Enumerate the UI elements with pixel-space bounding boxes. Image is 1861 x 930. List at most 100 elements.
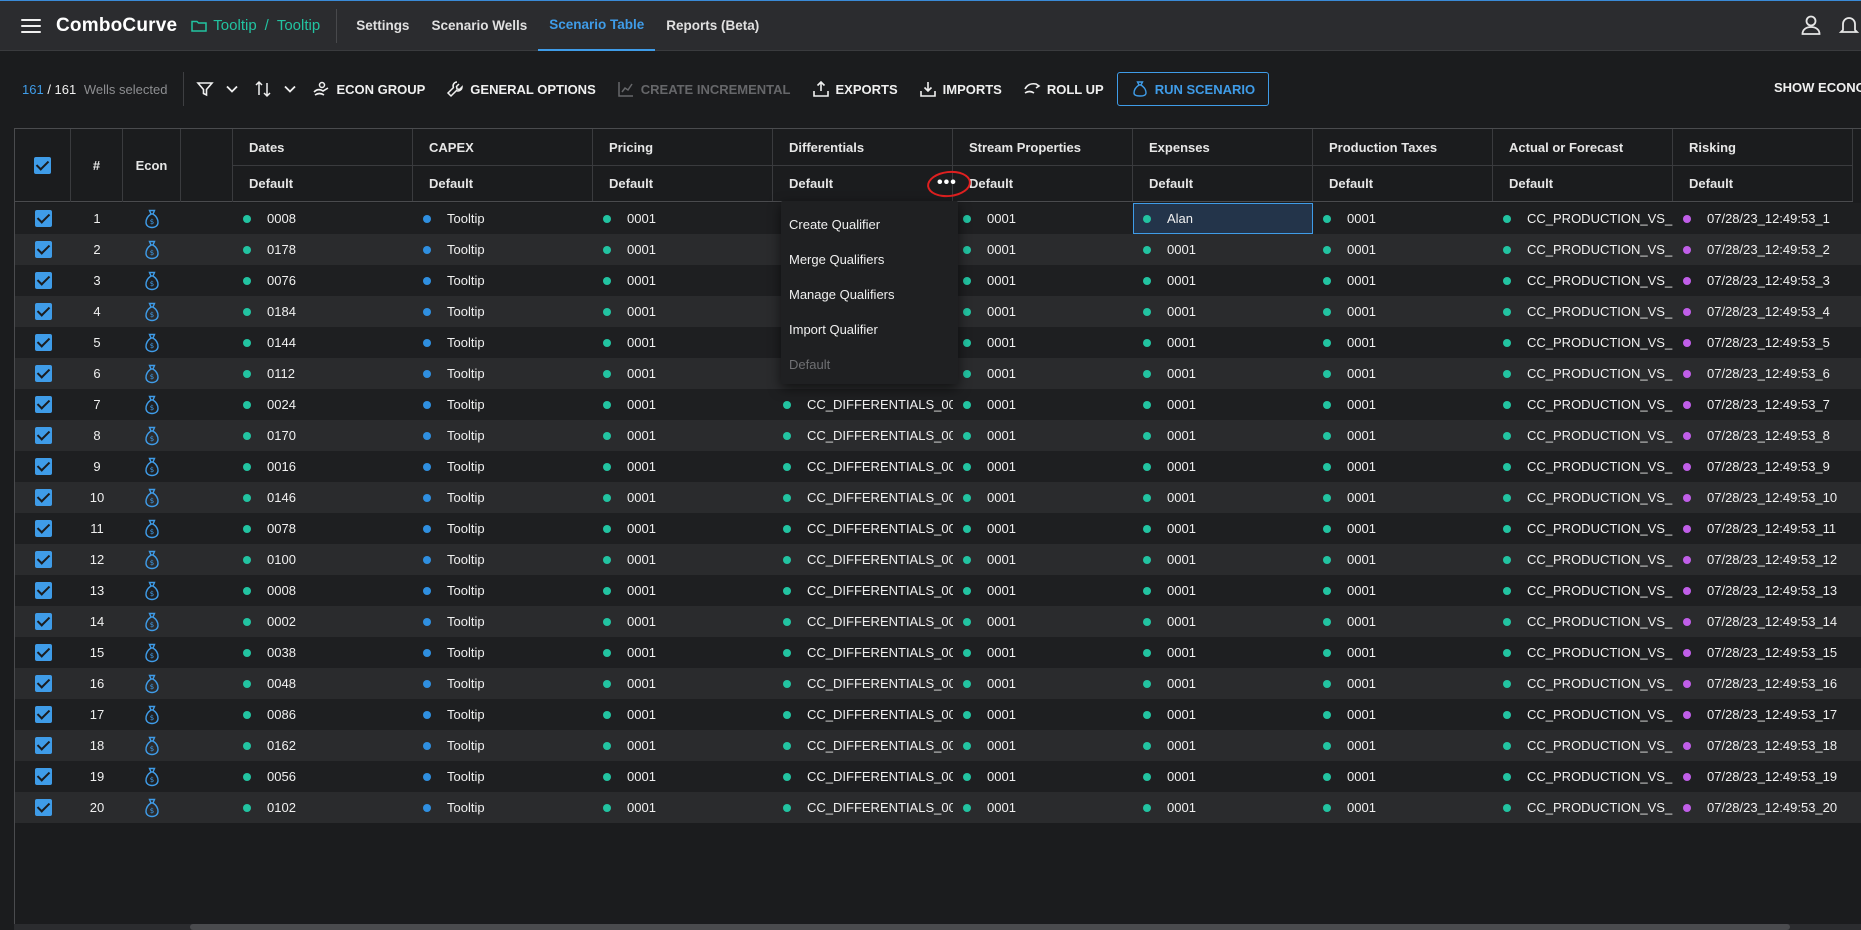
tab-scenario-wells[interactable]: Scenario Wells bbox=[420, 1, 538, 51]
select-all-checkbox[interactable] bbox=[34, 157, 51, 174]
qualifier-production-taxes[interactable]: Default bbox=[1313, 166, 1493, 201]
cell-differentials[interactable]: CC_DIFFERENTIALS_0001 bbox=[773, 397, 953, 412]
cell-actual-or-forecast[interactable]: CC_PRODUCTION_VS_FIT bbox=[1493, 304, 1673, 319]
cell-dates[interactable]: 0102 bbox=[233, 800, 413, 815]
cell-dates[interactable]: 0184 bbox=[233, 304, 413, 319]
header-risking[interactable]: Risking bbox=[1673, 129, 1853, 166]
cell-pricing[interactable]: 0001 bbox=[593, 459, 773, 474]
cell-differentials[interactable]: CC_DIFFERENTIALS_0001 bbox=[773, 459, 953, 474]
cell-production-taxes[interactable]: 0001 bbox=[1313, 800, 1493, 815]
cell-capex[interactable]: Tooltip bbox=[413, 552, 593, 567]
cell-risking[interactable]: 07/28/23_12:49:53_17 bbox=[1673, 707, 1853, 722]
cell-expenses[interactable]: 0001 bbox=[1133, 459, 1313, 474]
cell-risking[interactable]: 07/28/23_12:49:53_1 bbox=[1673, 211, 1853, 226]
cell-dates[interactable]: 0024 bbox=[233, 397, 413, 412]
cell-production-taxes[interactable]: 0001 bbox=[1313, 211, 1493, 226]
cell-actual-or-forecast[interactable]: CC_PRODUCTION_VS_FIT bbox=[1493, 769, 1673, 784]
cell-risking[interactable]: 07/28/23_12:49:53_14 bbox=[1673, 614, 1853, 629]
brand-logo[interactable]: ComboCurve bbox=[56, 15, 177, 37]
exports-button[interactable]: EXPORTS bbox=[812, 80, 898, 98]
qualifier-expenses[interactable]: Default bbox=[1133, 166, 1313, 201]
cell-expenses[interactable]: 0001 bbox=[1133, 676, 1313, 691]
cell-pricing[interactable]: 0001 bbox=[593, 521, 773, 536]
row-checkbox[interactable] bbox=[34, 427, 52, 444]
cell-capex[interactable]: Tooltip bbox=[413, 800, 593, 815]
cell-risking[interactable]: 07/28/23_12:49:53_11 bbox=[1673, 521, 1853, 536]
table-row[interactable]: 15 $0038 Tooltip 0001 CC_DIFFERENTIALS_0001 0… bbox=[15, 637, 1861, 668]
qualifier-more-button[interactable]: ••• bbox=[925, 168, 973, 200]
cell-capex[interactable]: Tooltip bbox=[413, 366, 593, 381]
cell-actual-or-forecast[interactable]: CC_PRODUCTION_VS_FIT bbox=[1493, 366, 1673, 381]
cell-stream-properties[interactable]: 0001 bbox=[953, 366, 1133, 381]
cell-dates[interactable]: 0008 bbox=[233, 211, 413, 226]
table-row[interactable]: 10 $0146 Tooltip 0001 CC_DIFFERENTIALS_0001 0… bbox=[15, 482, 1861, 513]
cell-dates[interactable]: 0016 bbox=[233, 459, 413, 474]
cell-differentials[interactable]: CC_DIFFERENTIALS_0001 bbox=[773, 769, 953, 784]
row-checkbox[interactable] bbox=[34, 799, 52, 816]
cell-risking[interactable]: 07/28/23_12:49:53_5 bbox=[1673, 335, 1853, 350]
cell-dates[interactable]: 0112 bbox=[233, 366, 413, 381]
horizontal-scrollbar-thumb[interactable] bbox=[190, 924, 1790, 930]
cell-pricing[interactable]: 0001 bbox=[593, 242, 773, 257]
cell-risking[interactable]: 07/28/23_12:49:53_9 bbox=[1673, 459, 1853, 474]
table-row[interactable]: 7 $0024 Tooltip 0001 CC_DIFFERENTIALS_0001 00… bbox=[15, 389, 1861, 420]
cell-dates[interactable]: 0162 bbox=[233, 738, 413, 753]
cell-capex[interactable]: Tooltip bbox=[413, 211, 593, 226]
tab-scenario-table[interactable]: Scenario Table bbox=[538, 1, 656, 51]
qualifier-stream-properties[interactable]: Default bbox=[953, 166, 1133, 201]
money-bag-icon[interactable]: $ bbox=[143, 488, 161, 508]
cell-pricing[interactable]: 0001 bbox=[593, 211, 773, 226]
cell-production-taxes[interactable]: 0001 bbox=[1313, 769, 1493, 784]
money-bag-icon[interactable]: $ bbox=[143, 457, 161, 477]
cell-capex[interactable]: Tooltip bbox=[413, 614, 593, 629]
cell-pricing[interactable]: 0001 bbox=[593, 583, 773, 598]
row-checkbox[interactable] bbox=[34, 303, 52, 320]
cell-production-taxes[interactable]: 0001 bbox=[1313, 676, 1493, 691]
table-row[interactable]: 8 $0170 Tooltip 0001 CC_DIFFERENTIALS_0001 00… bbox=[15, 420, 1861, 451]
row-checkbox[interactable] bbox=[34, 768, 52, 785]
cell-differentials[interactable]: CC_DIFFERENTIALS_0001 bbox=[773, 552, 953, 567]
table-row[interactable]: 18 $0162 Tooltip 0001 CC_DIFFERENTIALS_0001 0… bbox=[15, 730, 1861, 761]
cell-stream-properties[interactable]: 0001 bbox=[953, 676, 1133, 691]
cell-stream-properties[interactable]: 0001 bbox=[953, 738, 1133, 753]
wells-selected-count[interactable]: 161 bbox=[22, 82, 44, 97]
header-dates[interactable]: Dates bbox=[233, 129, 413, 166]
cell-production-taxes[interactable]: 0001 bbox=[1313, 583, 1493, 598]
table-row[interactable]: 16 $0048 Tooltip 0001 CC_DIFFERENTIALS_0001 0… bbox=[15, 668, 1861, 699]
cell-expenses[interactable]: 0001 bbox=[1133, 645, 1313, 660]
money-bag-icon[interactable]: $ bbox=[143, 581, 161, 601]
cell-dates[interactable]: 0002 bbox=[233, 614, 413, 629]
cell-dates[interactable]: 0076 bbox=[233, 273, 413, 288]
cell-production-taxes[interactable]: 0001 bbox=[1313, 521, 1493, 536]
cell-dates[interactable]: 0056 bbox=[233, 769, 413, 784]
menu-merge-qualifiers[interactable]: Merge Qualifiers bbox=[781, 242, 958, 277]
cell-expenses[interactable]: 0001 bbox=[1133, 583, 1313, 598]
row-checkbox[interactable] bbox=[34, 737, 52, 754]
cell-actual-or-forecast[interactable]: CC_PRODUCTION_VS_FIT bbox=[1493, 397, 1673, 412]
money-bag-icon[interactable]: $ bbox=[143, 674, 161, 694]
table-row[interactable]: 9 $0016 Tooltip 0001 CC_DIFFERENTIALS_0001 00… bbox=[15, 451, 1861, 482]
cell-risking[interactable]: 07/28/23_12:49:53_2 bbox=[1673, 242, 1853, 257]
cell-risking[interactable]: 07/28/23_12:49:53_16 bbox=[1673, 676, 1853, 691]
cell-production-taxes[interactable]: 0001 bbox=[1313, 645, 1493, 660]
money-bag-icon[interactable]: $ bbox=[143, 302, 161, 322]
cell-dates[interactable]: 0178 bbox=[233, 242, 413, 257]
cell-actual-or-forecast[interactable]: CC_PRODUCTION_VS_FIT bbox=[1493, 242, 1673, 257]
qualifier-dates[interactable]: Default bbox=[233, 166, 413, 201]
cell-production-taxes[interactable]: 0001 bbox=[1313, 397, 1493, 412]
money-bag-icon[interactable]: $ bbox=[143, 736, 161, 756]
money-bag-icon[interactable]: $ bbox=[143, 209, 161, 229]
cell-expenses[interactable]: Alan bbox=[1133, 203, 1313, 234]
cell-risking[interactable]: 07/28/23_12:49:53_10 bbox=[1673, 490, 1853, 505]
cell-pricing[interactable]: 0001 bbox=[593, 304, 773, 319]
cell-capex[interactable]: Tooltip bbox=[413, 459, 593, 474]
cell-capex[interactable]: Tooltip bbox=[413, 676, 593, 691]
row-checkbox[interactable] bbox=[34, 613, 52, 630]
cell-production-taxes[interactable]: 0001 bbox=[1313, 552, 1493, 567]
cell-differentials[interactable]: CC_DIFFERENTIALS_0001 bbox=[773, 738, 953, 753]
cell-dates[interactable]: 0048 bbox=[233, 676, 413, 691]
cell-actual-or-forecast[interactable]: CC_PRODUCTION_VS_FIT bbox=[1493, 552, 1673, 567]
qualifier-risking[interactable]: Default bbox=[1673, 166, 1853, 201]
cell-dates[interactable]: 0086 bbox=[233, 707, 413, 722]
cell-production-taxes[interactable]: 0001 bbox=[1313, 428, 1493, 443]
